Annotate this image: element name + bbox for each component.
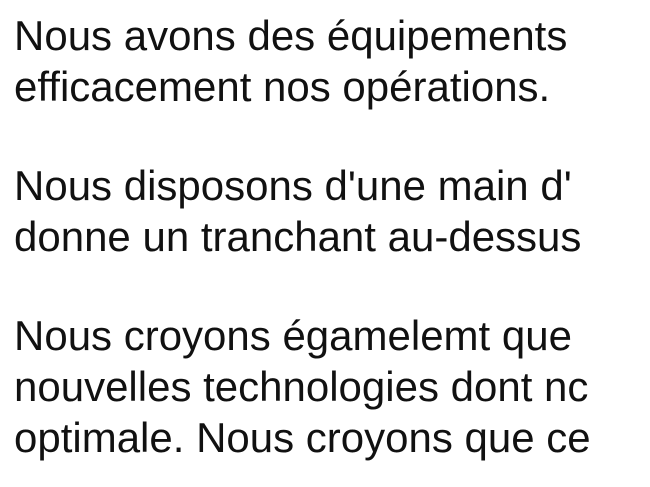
text-line: Nous avons des équipements	[14, 12, 568, 59]
paragraph-2: Nous disposons d'une main d' donne un tr…	[14, 160, 650, 262]
text-line: donne un tranchant au-dessus	[14, 213, 582, 260]
text-line: nouvelles technologies dont nc	[14, 363, 589, 410]
text-line: optimale. Nous croyons que ce	[14, 414, 591, 461]
document-viewport: Nous avons des équipements efficacement …	[0, 0, 650, 487]
paragraph-1: Nous avons des équipements efficacement …	[14, 10, 650, 112]
text-line: Nous disposons d'une main d'	[14, 162, 572, 209]
text-line: efficacement nos opérations.	[14, 63, 551, 110]
text-line: Nous croyons égamelemt que	[14, 312, 572, 359]
paragraph-3: Nous croyons égamelemt que nouvelles tec…	[14, 310, 650, 463]
document-body: Nous avons des équipements efficacement …	[14, 10, 650, 487]
